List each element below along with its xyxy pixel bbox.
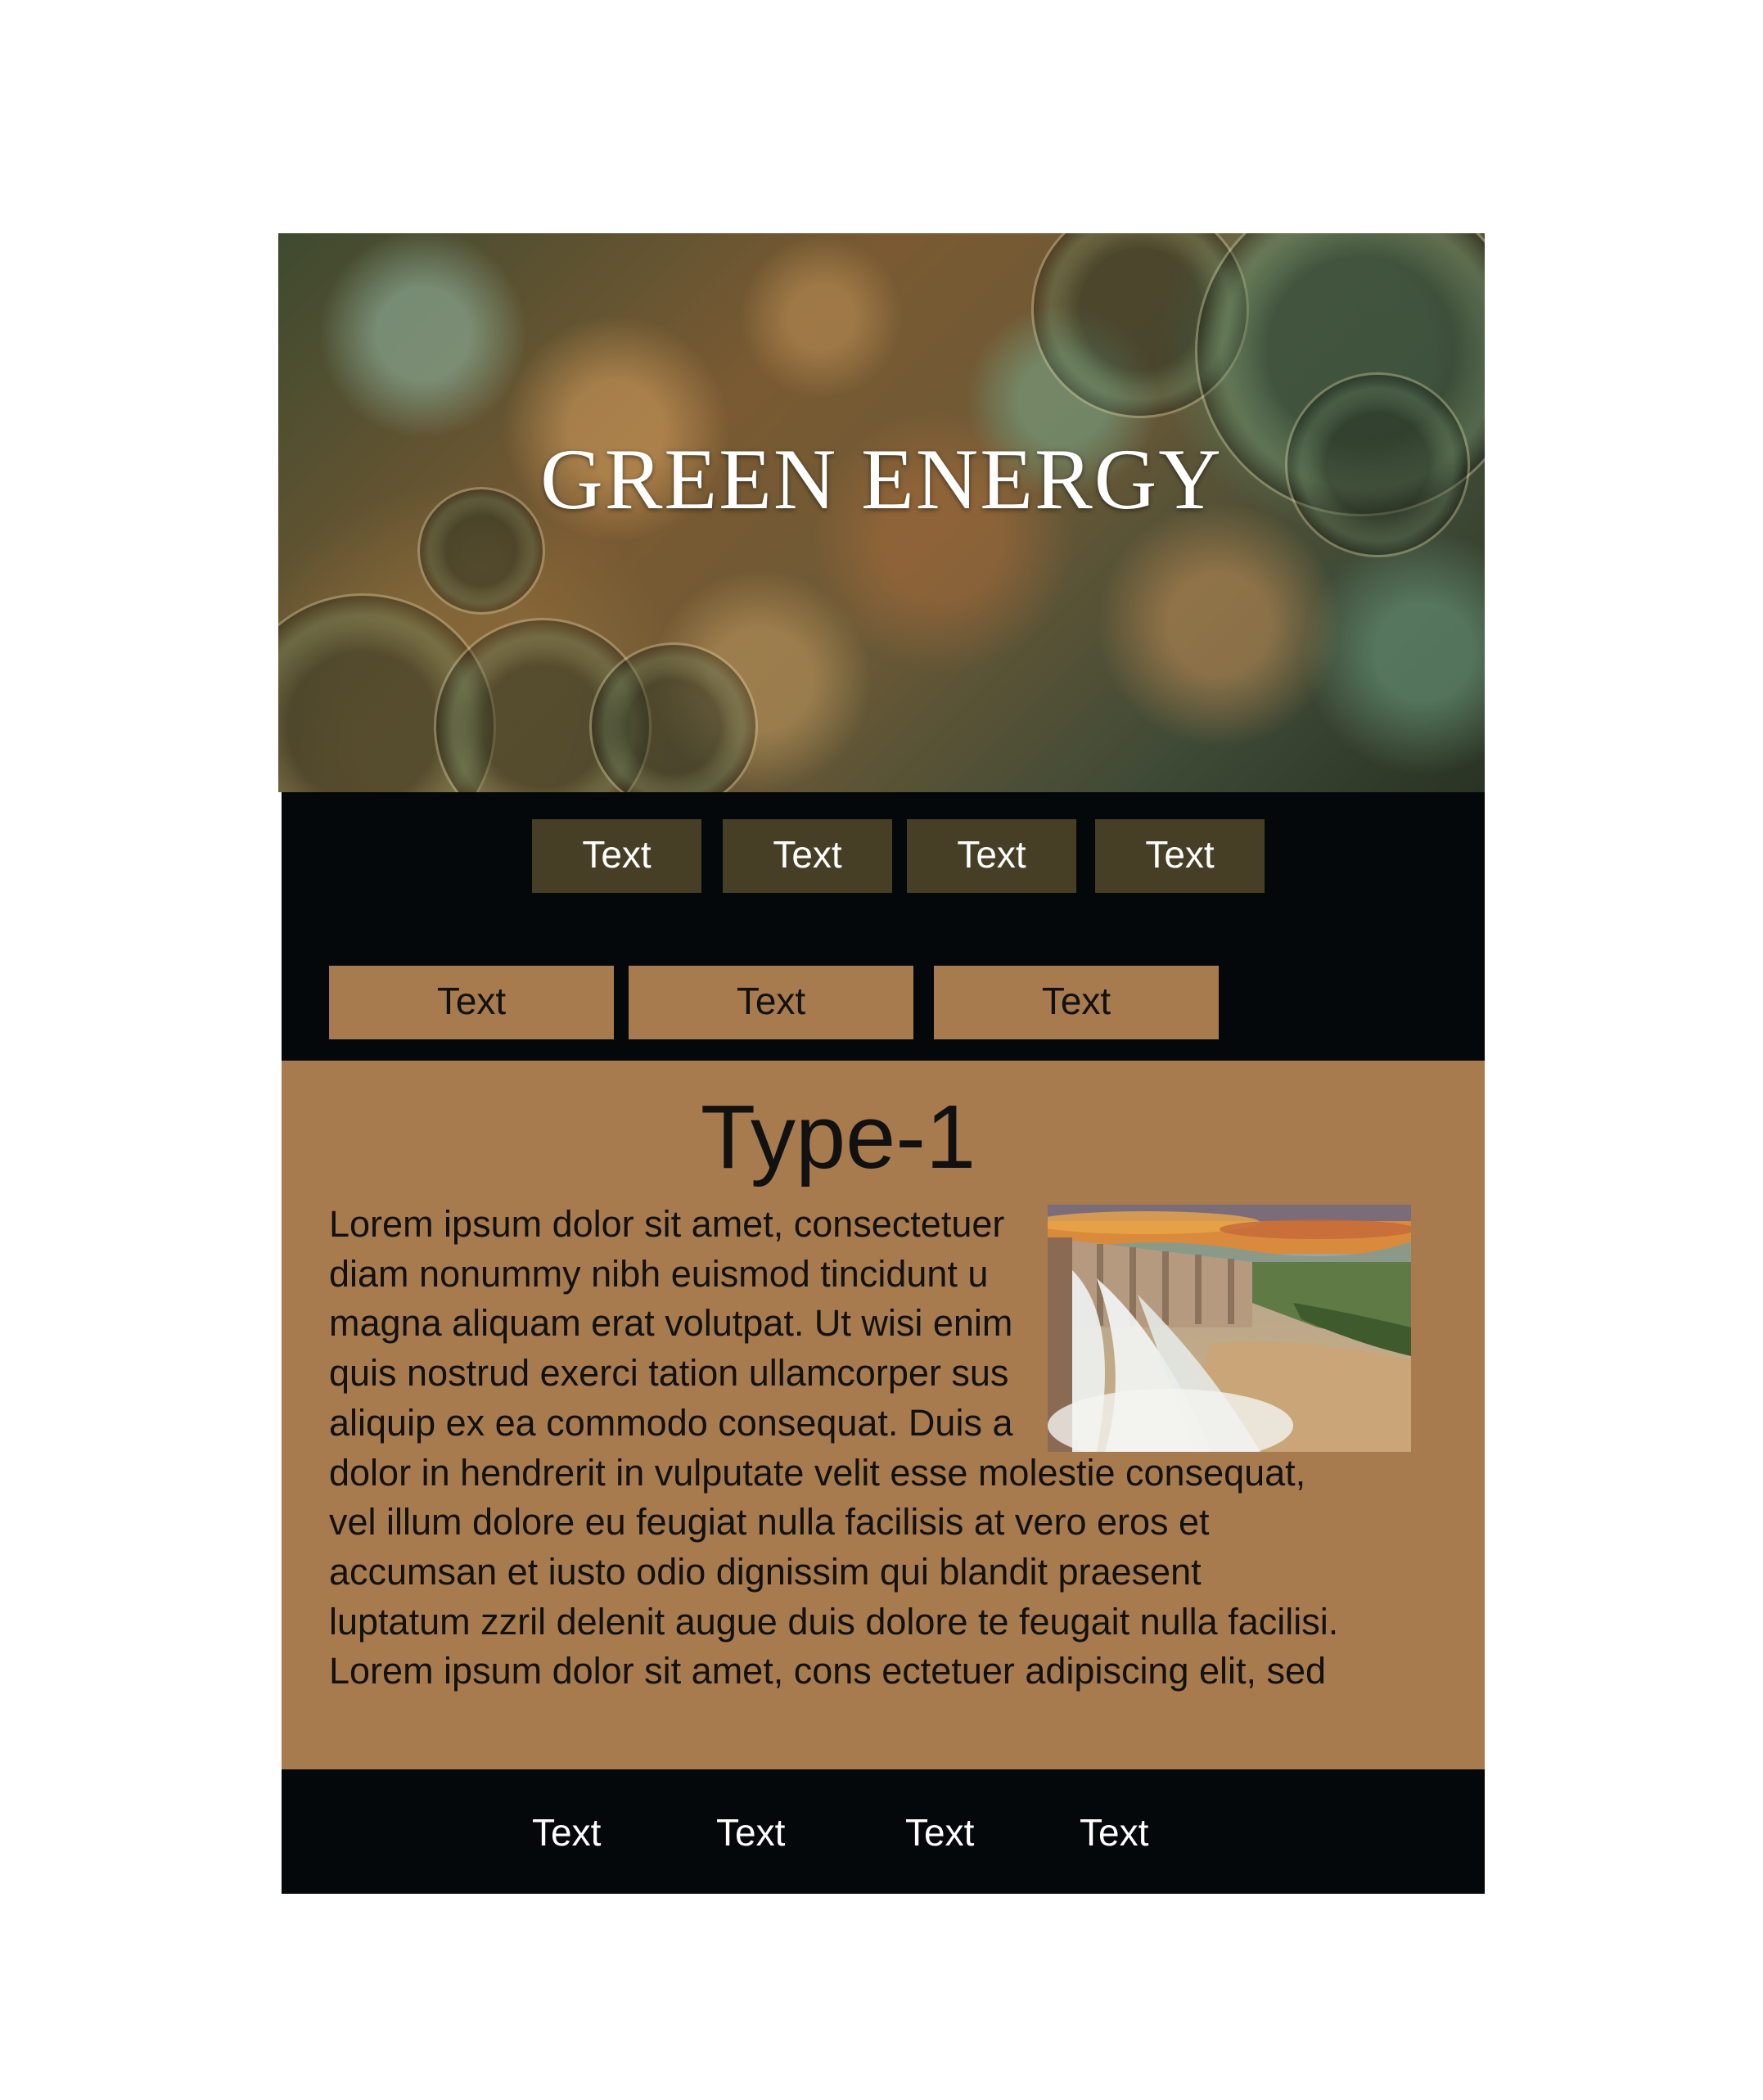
secondary-tab-3[interactable]: Text (934, 966, 1219, 1039)
nav-band: Text Text Text Text Text Text Text (282, 792, 1485, 1061)
content-title: Type-1 (700, 1087, 976, 1187)
primary-tab-2[interactable]: Text (723, 819, 892, 893)
secondary-tab-1[interactable]: Text (329, 966, 614, 1039)
secondary-tab-2[interactable]: Text (629, 966, 913, 1039)
footer-link-3[interactable]: Text (905, 1810, 974, 1854)
dam-photo-illustration (1048, 1205, 1411, 1452)
footer-link-2[interactable]: Text (716, 1810, 785, 1854)
primary-tab-4[interactable]: Text (1095, 819, 1265, 893)
hero-banner: GREEN ENERGY (278, 233, 1485, 792)
content-section: Type-1 Lorem ipsum dolor sit amet, conse… (282, 1061, 1485, 1769)
footer-link-1[interactable]: Text (532, 1810, 601, 1854)
primary-tab-1[interactable]: Text (532, 819, 701, 893)
footer-link-4[interactable]: Text (1080, 1810, 1148, 1854)
footer: Text Text Text Text (282, 1769, 1485, 1894)
dam-photo (1048, 1205, 1411, 1452)
primary-tab-3[interactable]: Text (907, 819, 1076, 893)
hero-title: GREEN ENERGY (540, 431, 1223, 527)
